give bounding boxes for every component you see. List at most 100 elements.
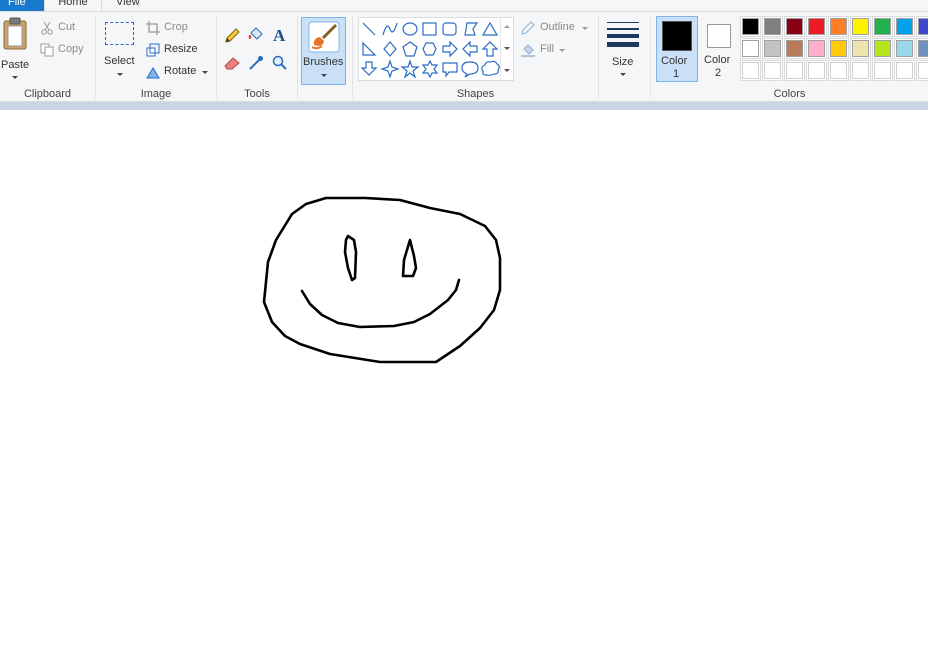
- tab-view[interactable]: View: [108, 0, 148, 11]
- resize-button[interactable]: Resize: [146, 41, 206, 59]
- six-point-star-shape-icon[interactable]: [421, 59, 439, 79]
- palette-swatch[interactable]: [784, 38, 805, 59]
- rectangle-shape-icon[interactable]: [422, 22, 437, 36]
- left-arrow-shape-icon[interactable]: [462, 40, 478, 58]
- shapes-scrollbar[interactable]: [500, 18, 513, 80]
- palette-swatch[interactable]: [916, 16, 928, 37]
- palette-swatch-color: [786, 18, 803, 35]
- palette-swatch-color: [918, 40, 928, 57]
- paste-icon: [3, 17, 27, 50]
- palette-swatch[interactable]: [740, 60, 761, 81]
- up-arrow-shape-icon[interactable]: [481, 41, 499, 57]
- right-triangle-shape-icon[interactable]: [362, 41, 377, 56]
- color2-swatch: [707, 24, 731, 48]
- palette-swatch[interactable]: [828, 16, 849, 37]
- palette-swatch[interactable]: [828, 38, 849, 59]
- diamond-shape-icon[interactable]: [383, 41, 397, 57]
- color-picker-icon[interactable]: [247, 54, 265, 72]
- fill-label: Fill: [540, 43, 555, 55]
- outline-button[interactable]: Outline: [520, 19, 590, 37]
- palette-swatch[interactable]: [894, 38, 915, 59]
- oval-shape-icon[interactable]: [402, 22, 418, 36]
- oval-callout-shape-icon[interactable]: [461, 61, 479, 78]
- text-tool-icon[interactable]: A: [273, 26, 285, 46]
- colors-group-label: Colors: [773, 88, 806, 100]
- paste-dropdown-icon: [12, 76, 18, 79]
- palette-swatch[interactable]: [872, 38, 893, 59]
- palette-swatch[interactable]: [806, 16, 827, 37]
- right-arrow-shape-icon[interactable]: [442, 40, 458, 58]
- brushes-button[interactable]: Brushes: [301, 17, 346, 85]
- eraser-icon[interactable]: [223, 54, 241, 72]
- fill-button[interactable]: Fill: [520, 41, 580, 59]
- color1-label-line2: 1: [673, 68, 680, 80]
- color1-swatch: [662, 21, 692, 51]
- palette-swatch-color: [786, 40, 803, 57]
- group-separator: [297, 16, 298, 98]
- palette-swatch[interactable]: [850, 16, 871, 37]
- color1-button[interactable]: Color 1: [656, 16, 698, 82]
- palette-swatch[interactable]: [894, 16, 915, 37]
- rotate-button[interactable]: Rotate: [146, 63, 210, 81]
- palette-swatch[interactable]: [850, 38, 871, 59]
- face-outline-stroke: [262, 196, 502, 364]
- pencil-icon[interactable]: [223, 27, 241, 45]
- tab-home[interactable]: Home: [44, 0, 102, 11]
- palette-swatch[interactable]: [762, 16, 783, 37]
- palette-swatch[interactable]: [894, 60, 915, 81]
- triangle-shape-icon[interactable]: [481, 21, 499, 36]
- palette-swatch[interactable]: [850, 60, 871, 81]
- palette-swatch[interactable]: [916, 38, 928, 59]
- crop-label: Crop: [164, 21, 188, 33]
- scroll-down-icon[interactable]: [504, 47, 510, 50]
- select-button[interactable]: Select: [102, 18, 138, 80]
- curve-shape-icon[interactable]: [382, 22, 398, 36]
- rotate-label: Rotate: [164, 65, 197, 77]
- cloud-callout-shape-icon[interactable]: [481, 60, 500, 76]
- rotate-dropdown-icon: [202, 71, 208, 74]
- palette-swatch[interactable]: [784, 60, 805, 81]
- palette-swatch-color: [742, 18, 759, 35]
- copy-button[interactable]: Copy: [40, 41, 90, 59]
- five-point-star-shape-icon[interactable]: [400, 59, 420, 79]
- outline-dropdown-icon: [582, 27, 588, 30]
- scroll-up-icon[interactable]: [504, 25, 510, 28]
- four-point-star-shape-icon[interactable]: [380, 59, 400, 79]
- color2-button[interactable]: Color 2: [701, 16, 737, 82]
- copy-label: Copy: [58, 43, 84, 55]
- palette-swatch[interactable]: [828, 60, 849, 81]
- palette-swatch[interactable]: [806, 60, 827, 81]
- resize-icon: [146, 43, 160, 57]
- hexagon-shape-icon[interactable]: [422, 42, 437, 56]
- image-group-label: Image: [140, 88, 172, 100]
- magnifier-icon[interactable]: [271, 54, 289, 72]
- crop-icon: [146, 21, 160, 35]
- palette-swatch[interactable]: [872, 16, 893, 37]
- size-label: Size: [612, 56, 634, 68]
- rounded-rectangle-shape-icon[interactable]: [442, 22, 457, 36]
- palette-swatch[interactable]: [740, 38, 761, 59]
- palette-swatch[interactable]: [762, 38, 783, 59]
- palette-swatch[interactable]: [762, 60, 783, 81]
- palette-swatch-color: [764, 18, 781, 35]
- rounded-callout-shape-icon[interactable]: [442, 62, 458, 78]
- fill-bucket-icon[interactable]: [247, 26, 265, 44]
- gallery-expand-icon[interactable]: [504, 69, 510, 72]
- drawing-canvas[interactable]: [0, 110, 928, 645]
- tab-file[interactable]: File: [0, 0, 44, 11]
- cut-button[interactable]: Cut: [40, 19, 88, 37]
- line-shape-icon[interactable]: [362, 22, 376, 36]
- palette-swatch[interactable]: [740, 16, 761, 37]
- select-rectangle-icon: [105, 22, 134, 45]
- pentagon-shape-icon[interactable]: [402, 41, 418, 57]
- polygon-shape-icon[interactable]: [464, 22, 479, 36]
- shapes-group-label: Shapes: [456, 88, 495, 100]
- palette-swatch[interactable]: [806, 38, 827, 59]
- paste-button[interactable]: Paste: [0, 16, 34, 79]
- palette-swatch[interactable]: [784, 16, 805, 37]
- palette-swatch[interactable]: [916, 60, 928, 81]
- down-arrow-shape-icon[interactable]: [361, 61, 378, 76]
- crop-button[interactable]: Crop: [146, 19, 196, 37]
- palette-swatch[interactable]: [872, 60, 893, 81]
- size-button[interactable]: Size: [603, 17, 643, 83]
